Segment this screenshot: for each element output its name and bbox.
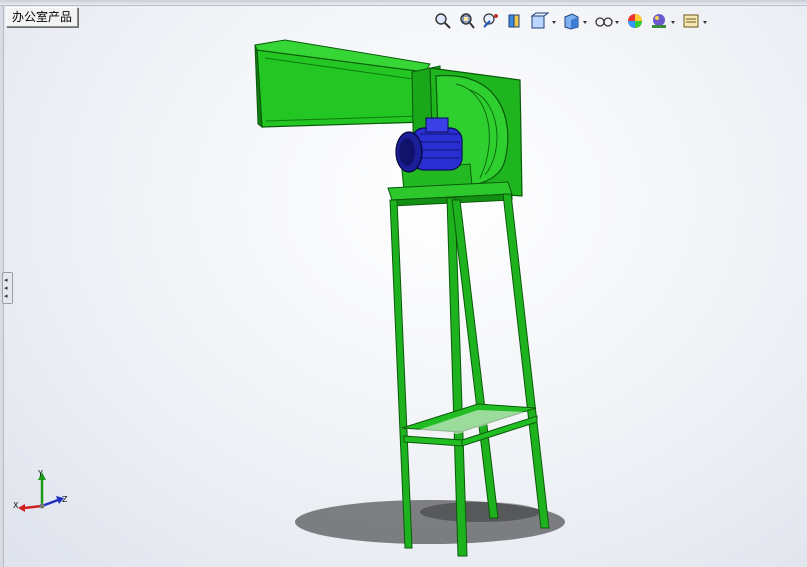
hide-show-items-icon[interactable] bbox=[592, 10, 622, 32]
zoom-to-fit-icon[interactable] bbox=[432, 10, 454, 32]
document-title-tab[interactable]: 办公室产品 bbox=[6, 7, 79, 27]
3d-model-fan-stand[interactable] bbox=[0, 0, 807, 567]
apply-scene-icon[interactable] bbox=[648, 10, 678, 32]
chevron-left-icon: ◂ bbox=[4, 292, 8, 300]
triad-z-label: Z bbox=[62, 495, 68, 504]
view-settings-icon[interactable] bbox=[680, 10, 710, 32]
edit-appearance-icon[interactable] bbox=[624, 10, 646, 32]
panel-collapse-handle[interactable]: ◂ ◂ ◂ bbox=[2, 272, 13, 304]
view-orientation-icon[interactable] bbox=[528, 10, 558, 32]
reference-triad: Y X Z bbox=[13, 469, 68, 512]
chevron-left-icon: ◂ bbox=[4, 276, 8, 284]
graphics-viewport[interactable]: 办公室产品 ◂ ◂ ◂ Y X Z bbox=[0, 0, 807, 567]
zoom-to-area-icon[interactable] bbox=[456, 10, 478, 32]
section-view-icon[interactable] bbox=[504, 10, 526, 32]
display-style-icon[interactable] bbox=[560, 10, 590, 32]
previous-view-icon[interactable] bbox=[480, 10, 502, 32]
chevron-left-icon: ◂ bbox=[4, 284, 8, 292]
triad-x-label: X bbox=[13, 501, 19, 510]
heads-up-view-toolbar bbox=[432, 10, 710, 32]
triad-y-label: Y bbox=[37, 469, 43, 478]
